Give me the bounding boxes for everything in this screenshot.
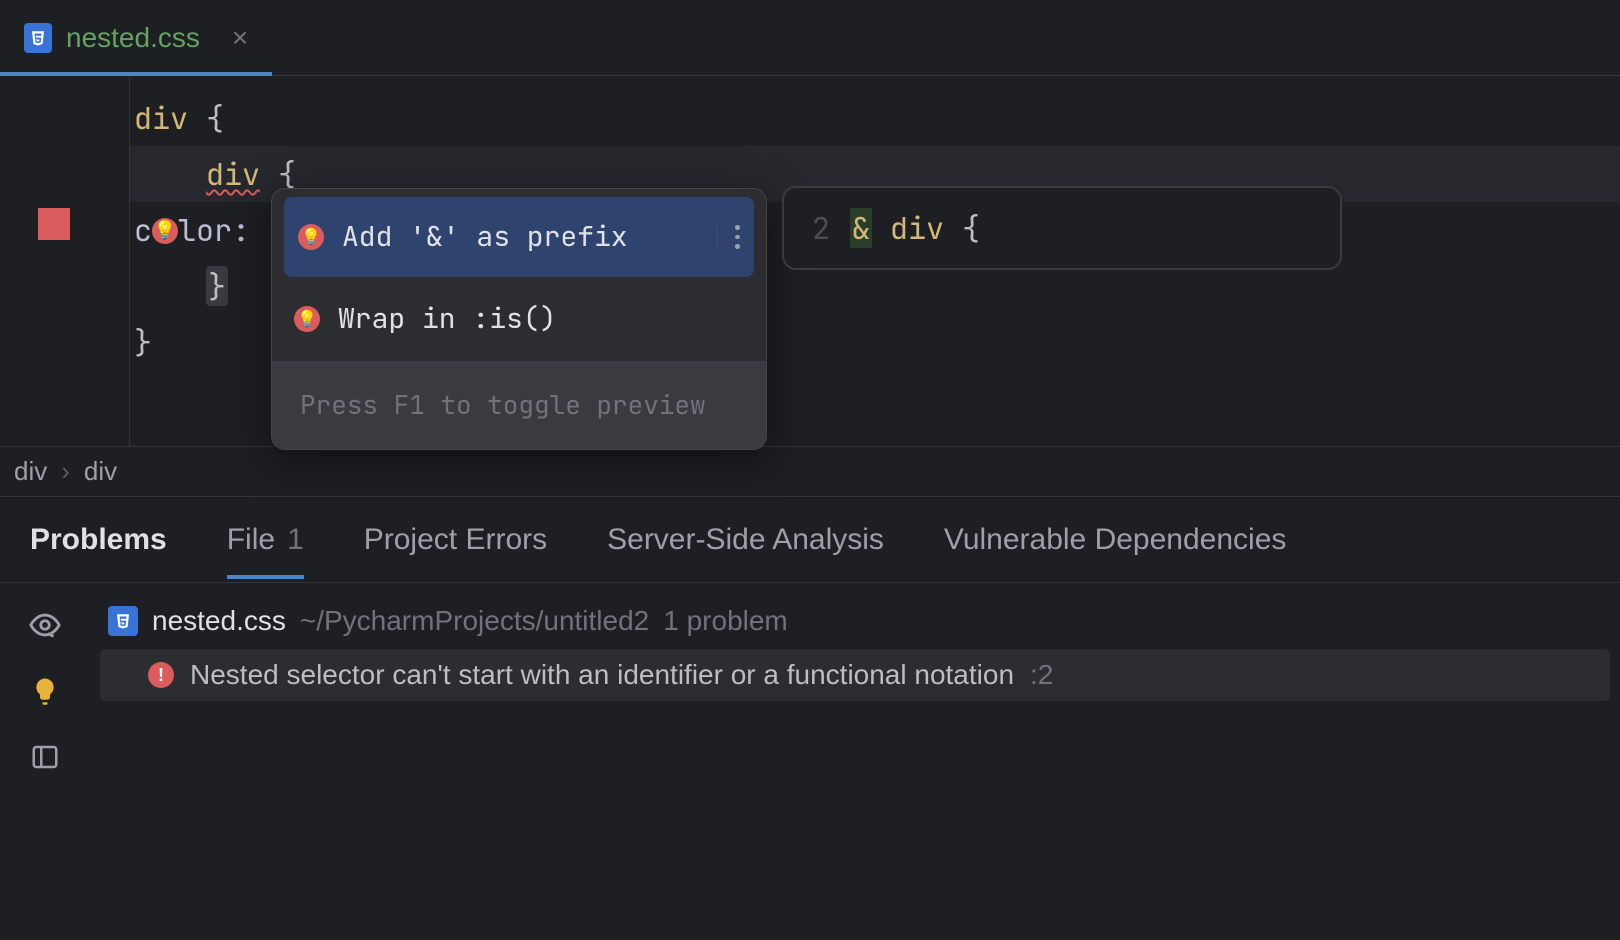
breadcrumb-segment[interactable]: div	[84, 456, 117, 487]
intention-label: Add '&' as prefix	[342, 209, 628, 265]
code-area[interactable]: div { div { c💡lor: } } 💡 Add '&' as pref…	[130, 76, 1620, 446]
more-icon[interactable]	[716, 225, 740, 249]
code-line-1: div {	[130, 90, 1620, 146]
intention-preview: 2 & div {	[782, 186, 1342, 270]
problem-item[interactable]: ! Nested selector can't start with an id…	[100, 649, 1610, 701]
intention-popup: 💡 Add '&' as prefix 💡 Wrap in :is() Pres…	[271, 188, 767, 450]
intention-bulb-icon[interactable]: 💡	[152, 218, 178, 244]
intention-label: Wrap in :is()	[338, 291, 556, 347]
problems-tabs: Problems File 1 Project Errors Server-Si…	[0, 496, 1620, 582]
tab-label: nested.css	[66, 22, 200, 54]
popup-footer: Press F1 to toggle preview	[272, 361, 766, 449]
problems-list: nested.css ~/PycharmProjects/untitled2 1…	[90, 583, 1620, 940]
problems-toolbar	[0, 583, 90, 940]
chevron-right-icon: ›	[61, 456, 70, 487]
gutter	[0, 76, 130, 446]
tab-nested-css[interactable]: nested.css ×	[0, 0, 272, 75]
breadcrumb: div › div	[0, 446, 1620, 496]
problem-file-header[interactable]: nested.css ~/PycharmProjects/untitled2 1…	[100, 599, 1610, 643]
bulb-icon[interactable]	[27, 673, 63, 709]
css-file-icon	[108, 606, 138, 636]
error-icon: !	[148, 662, 174, 688]
bulb-icon: 💡	[294, 306, 320, 332]
tab-file[interactable]: File 1	[227, 501, 304, 579]
layout-icon[interactable]	[27, 739, 63, 775]
bulb-icon: 💡	[298, 224, 324, 250]
tab-problems[interactable]: Problems	[30, 501, 167, 579]
intention-wrap-is[interactable]: 💡 Wrap in :is()	[272, 277, 766, 361]
tab-server-analysis[interactable]: Server-Side Analysis	[607, 501, 884, 579]
problems-panel: nested.css ~/PycharmProjects/untitled2 1…	[0, 582, 1620, 940]
breadcrumb-segment[interactable]: div	[14, 456, 47, 487]
preview-amp: &	[850, 208, 872, 248]
tab-vulnerable-deps[interactable]: Vulnerable Dependencies	[944, 501, 1286, 579]
eye-icon[interactable]	[27, 607, 63, 643]
intention-add-amp-prefix[interactable]: 💡 Add '&' as prefix	[284, 197, 754, 277]
gutter-error-mark[interactable]	[38, 208, 70, 240]
preview-line-number: 2	[812, 200, 830, 256]
css-file-icon	[24, 24, 52, 52]
editor: div { div { c💡lor: } } 💡 Add '&' as pref…	[0, 76, 1620, 446]
tab-project-errors[interactable]: Project Errors	[364, 501, 547, 579]
close-icon[interactable]: ×	[232, 22, 248, 54]
tab-bar: nested.css ×	[0, 0, 1620, 76]
